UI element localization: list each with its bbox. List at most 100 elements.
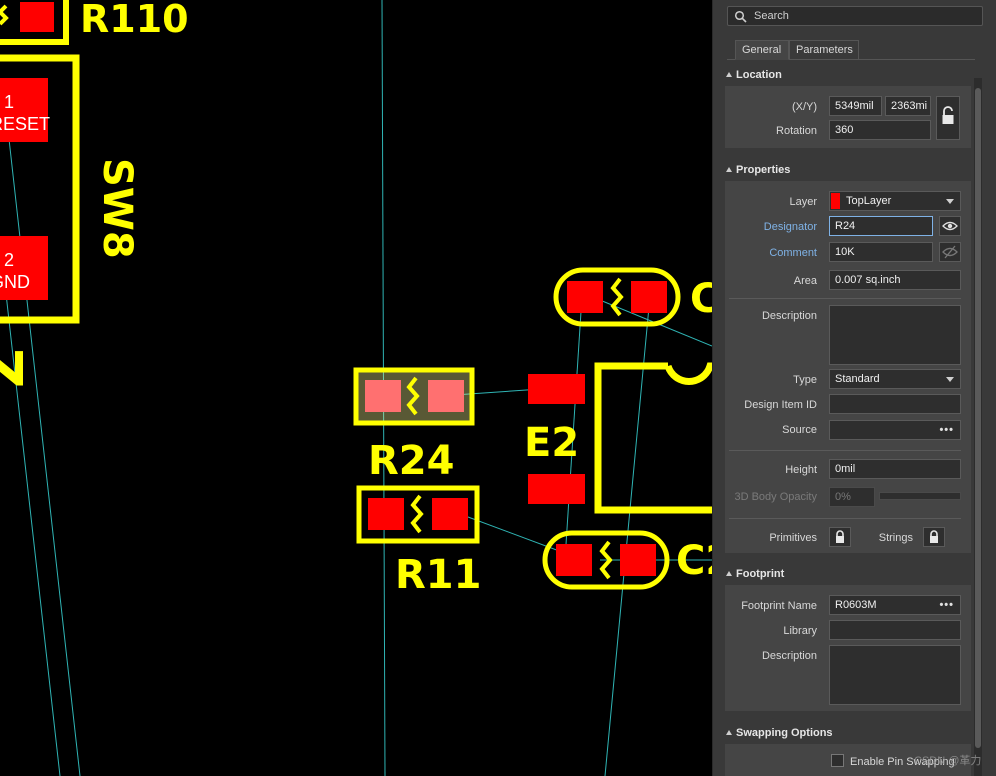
x-input[interactable]: 5349mil: [829, 96, 882, 116]
tab-general[interactable]: General: [735, 40, 789, 60]
pad[interactable]: [20, 2, 54, 32]
area-value: 0.007 sq.inch: [829, 270, 961, 290]
silk-e2: E2: [524, 420, 579, 466]
library-input[interactable]: [829, 620, 961, 640]
silk-z: Z: [0, 348, 33, 389]
sw8-pad1-num: 1: [4, 92, 14, 112]
y-input[interactable]: 2363mi: [885, 96, 931, 116]
silk-c-top: C: [690, 276, 712, 322]
lock-icon: [836, 530, 844, 543]
eye-icon: [942, 221, 958, 231]
description-label: Description: [761, 310, 817, 322]
divider: [729, 298, 961, 299]
pin-swapping-checkbox[interactable]: [831, 754, 844, 767]
type-label: Type: [793, 374, 817, 386]
divider: [729, 450, 961, 451]
sw8-pad2-num: 2: [4, 250, 14, 270]
comment-label: Comment: [769, 247, 817, 259]
pad[interactable]: [567, 281, 603, 313]
panel-scrollbar[interactable]: [974, 78, 982, 776]
section-properties-header[interactable]: Properties: [726, 164, 790, 176]
body-opacity-input[interactable]: 0%: [829, 487, 875, 507]
chevron-down-icon: [946, 199, 954, 204]
search-icon: [734, 10, 747, 23]
section-swapping-header[interactable]: Swapping Options: [726, 727, 833, 739]
e2-pad-top[interactable]: [528, 374, 585, 404]
silk-r11: R11: [395, 552, 481, 598]
pad[interactable]: [365, 380, 401, 412]
ic-outline: [594, 362, 712, 514]
lock-open-icon: [942, 106, 954, 124]
rotation-label: Rotation: [776, 125, 817, 137]
footprint-name-input[interactable]: R0603M •••: [829, 595, 961, 615]
pad[interactable]: [368, 498, 404, 530]
silk-c2: C2: [676, 538, 712, 584]
search-box[interactable]: Search: [727, 6, 983, 26]
footprint-name-label: Footprint Name: [741, 600, 817, 612]
collapse-triangle-icon: [726, 571, 732, 576]
body-opacity-label: 3D Body Opacity: [734, 491, 817, 503]
sw8-pad1-name: RESET: [0, 114, 50, 134]
r11-footprint[interactable]: [356, 485, 480, 544]
lock-icon: [930, 530, 938, 543]
footprint-browse-button[interactable]: •••: [939, 596, 954, 614]
tab-parameters[interactable]: Parameters: [789, 40, 859, 60]
footprint-description-input[interactable]: [829, 645, 961, 705]
pad[interactable]: [428, 380, 464, 412]
body-opacity-slider[interactable]: [879, 492, 961, 500]
type-value: Standard: [835, 373, 880, 385]
pad[interactable]: [631, 281, 667, 313]
library-label: Library: [783, 625, 817, 637]
comment-input[interactable]: 10K: [829, 242, 933, 262]
r24-footprint[interactable]: [353, 367, 475, 426]
eye-hidden-icon: [942, 245, 958, 259]
layer-color-swatch: [831, 193, 840, 209]
type-dropdown[interactable]: Standard: [829, 369, 961, 389]
pad[interactable]: [556, 544, 592, 576]
design-item-id-label: Design Item ID: [744, 399, 817, 411]
footprint-description-label: Description: [761, 650, 817, 662]
location-lock-button[interactable]: [936, 96, 960, 140]
source-label: Source: [782, 424, 817, 436]
height-input[interactable]: 0mil: [829, 459, 961, 479]
primitives-label: Primitives: [769, 532, 817, 544]
collapse-triangle-icon: [726, 72, 732, 77]
section-footprint-header[interactable]: Footprint: [726, 568, 784, 580]
primitives-lock-button[interactable]: [829, 527, 851, 547]
silk-r24: R24: [368, 438, 454, 484]
collapse-triangle-icon: [726, 167, 732, 172]
designator-visibility-button[interactable]: [939, 216, 961, 236]
strings-lock-button[interactable]: [923, 527, 945, 547]
area-label: Area: [793, 275, 817, 287]
layer-value: TopLayer: [846, 195, 892, 207]
divider: [729, 518, 961, 519]
collapse-triangle-icon: [726, 730, 732, 735]
silk-sw8: SW8: [94, 158, 140, 259]
pad[interactable]: [432, 498, 468, 530]
pcb-svg[interactable]: R110 1 RESET 2 GND SW8 Z R24 R11: [0, 0, 712, 776]
designator-input[interactable]: R24: [829, 216, 933, 236]
source-browse-button[interactable]: •••: [939, 421, 954, 439]
watermark: CSDN @革力: [914, 755, 982, 767]
rotation-input[interactable]: 360: [829, 120, 931, 140]
r110-footprint[interactable]: [0, 0, 69, 45]
search-placeholder: Search: [754, 10, 789, 22]
height-label: Height: [785, 464, 817, 476]
c-top-footprint[interactable]: [553, 267, 681, 327]
chevron-down-icon: [946, 377, 954, 382]
pcb-canvas[interactable]: R110 1 RESET 2 GND SW8 Z R24 R11: [0, 0, 712, 776]
layer-label: Layer: [789, 196, 817, 208]
section-location-header[interactable]: Location: [726, 69, 782, 81]
layer-dropdown[interactable]: TopLayer: [829, 191, 961, 211]
strings-label: Strings: [878, 532, 913, 544]
e2-pad-bottom[interactable]: [528, 474, 585, 504]
designator-label: Designator: [763, 221, 817, 233]
xy-label: (X/Y): [791, 101, 817, 113]
sw8-pad2-name: GND: [0, 272, 30, 292]
description-input[interactable]: [829, 305, 961, 365]
source-input[interactable]: •••: [829, 420, 961, 440]
scrollbar-thumb[interactable]: [975, 88, 981, 748]
comment-visibility-button[interactable]: [939, 242, 961, 262]
design-item-id-input[interactable]: [829, 394, 961, 414]
pad[interactable]: [620, 544, 656, 576]
